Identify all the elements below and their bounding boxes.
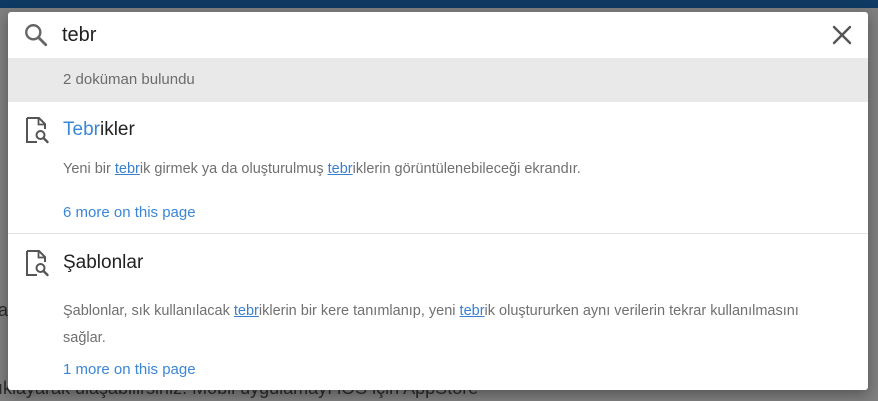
background-text-fragment: a bbox=[0, 300, 9, 320]
snippet-match-highlight: tebr bbox=[114, 161, 140, 177]
result-snippet: Şablonlar, sık kullanılacak tebriklerin … bbox=[63, 298, 823, 352]
document-search-icon bbox=[26, 250, 49, 277]
snippet-text: Yeni bir bbox=[63, 161, 115, 177]
results-count: 2 doküman bulundu bbox=[63, 71, 195, 88]
snippet-text: ik girmek ya da oluşturulmuş bbox=[139, 161, 328, 177]
snippet-text: iklerin görüntülenebileceği ekrandır. bbox=[352, 161, 581, 177]
snippet-match-highlight: tebr bbox=[233, 303, 259, 319]
results-count-bar: 2 doküman bulundu bbox=[8, 58, 868, 102]
search-icon bbox=[25, 24, 48, 47]
more-on-page-link[interactable]: 6 more on this page bbox=[63, 204, 196, 221]
search-dialog: 2 doküman bulundu Tebrikler Yeni bir teb… bbox=[8, 12, 868, 390]
document-search-icon bbox=[26, 117, 49, 144]
title-text: ikler bbox=[99, 119, 135, 140]
result-title-link[interactable]: Şablonlar bbox=[63, 252, 143, 274]
snippet-text: Şablonlar, sık kullanılacak bbox=[63, 303, 234, 319]
snippet-match-highlight: tebr bbox=[459, 303, 485, 319]
search-result[interactable]: Tebrikler Yeni bir tebrik girmek ya da o… bbox=[8, 102, 868, 234]
snippet-match-highlight: tebr bbox=[327, 161, 353, 177]
more-on-page-link[interactable]: 1 more on this page bbox=[63, 361, 196, 378]
title-match-highlight: Tebr bbox=[63, 119, 100, 140]
result-title-link[interactable]: Tebrikler bbox=[63, 119, 135, 141]
search-input[interactable] bbox=[62, 20, 802, 50]
close-icon[interactable] bbox=[830, 23, 854, 47]
app-header-bar bbox=[0, 0, 878, 8]
snippet-text: iklerin bir kere tanımlanıp, yeni bbox=[258, 303, 460, 319]
result-snippet: Yeni bir tebrik girmek ya da oluşturulmu… bbox=[63, 156, 823, 183]
search-result[interactable]: Şablonlar Şablonlar, sık kullanılacak te… bbox=[8, 235, 868, 390]
search-bar bbox=[8, 12, 868, 58]
